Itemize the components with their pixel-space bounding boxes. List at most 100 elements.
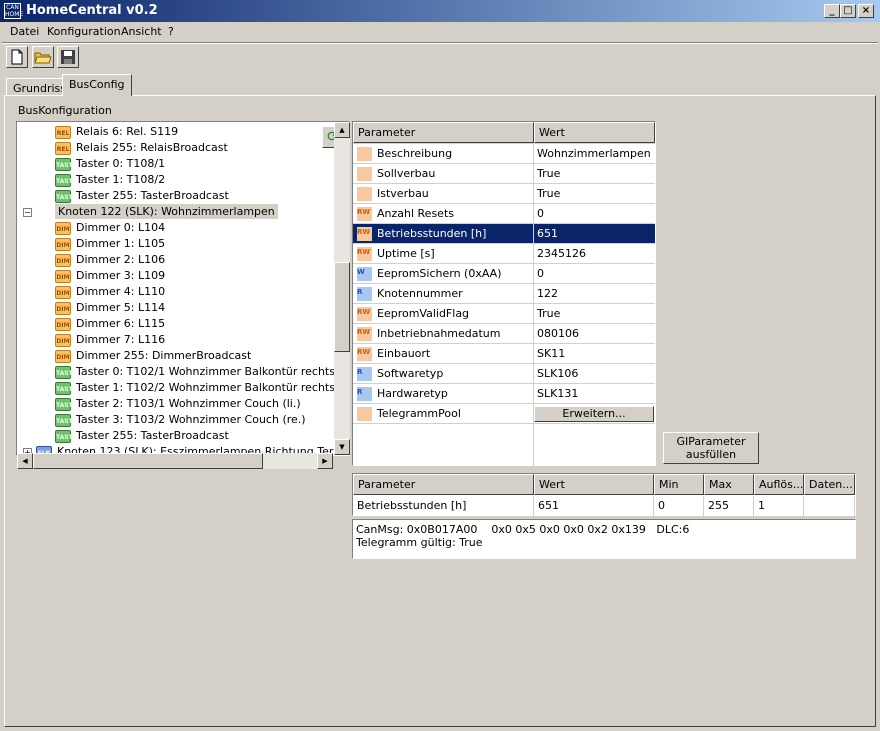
menu-konfiguration[interactable]: Konfiguration xyxy=(47,25,121,38)
tree-item[interactable]: TAST Taster 1: T108/2 xyxy=(17,172,335,188)
detail-cell-max[interactable]: 255 xyxy=(704,496,754,516)
dim-icon: DIM xyxy=(55,237,71,251)
detail-header-max[interactable]: Max xyxy=(704,474,754,495)
parameter-row[interactable]: Sollverbau True xyxy=(353,164,655,184)
tree-item[interactable]: DIM Dimmer 0: L104 xyxy=(17,220,335,236)
tree-item[interactable]: DIM Dimmer 255: DimmerBroadcast xyxy=(17,348,335,364)
tab-busconfig[interactable]: BusConfig xyxy=(62,74,132,96)
parameter-value[interactable]: 2345126 xyxy=(537,244,586,263)
parameter-value[interactable]: SLK106 xyxy=(537,364,578,383)
toolbar-separator xyxy=(2,42,878,44)
tree-item[interactable]: TAST Taster 255: TasterBroadcast xyxy=(17,188,335,204)
detail-cell-aufloesung[interactable]: 1 xyxy=(754,496,804,516)
dim-icon: DIM xyxy=(55,285,71,299)
parameter-row[interactable]: RW EepromValidFlag True xyxy=(353,304,655,324)
detail-header-aufloesung[interactable]: Auflös... xyxy=(754,474,804,495)
parameter-row[interactable]: RW Anzahl Resets 0 xyxy=(353,204,655,224)
tree-item[interactable]: TAST Taster 0: T108/1 xyxy=(17,156,335,172)
parameter-value[interactable]: 080106 xyxy=(537,324,579,343)
parameter-value[interactable]: Wohnzimmerlampen xyxy=(537,144,651,163)
save-button[interactable] xyxy=(57,46,79,68)
parameter-row[interactable]: R Knotennummer 122 xyxy=(353,284,655,304)
tree-item[interactable]: DIM Dimmer 4: L110 xyxy=(17,284,335,300)
parameter-value[interactable]: True xyxy=(537,184,560,203)
tree-item[interactable]: TAST Taster 3: T103/2 Wohnzimmer Couch (r… xyxy=(17,412,335,428)
scroll-thumb[interactable] xyxy=(334,262,350,352)
tree-vertical-scrollbar[interactable]: ▲ ▼ xyxy=(334,122,350,455)
app-logo-icon: CAN HOME xyxy=(4,3,24,19)
maximize-button[interactable]: □ xyxy=(840,4,856,18)
scroll-up-button[interactable]: ▲ xyxy=(334,122,350,138)
bus-tree-view[interactable]: REL Relais 6: Rel. S119 REL Relais 255: Rel… xyxy=(16,121,350,459)
open-button[interactable] xyxy=(32,46,54,68)
parameter-row[interactable]: W EepromSichern (0xAA) 0 xyxy=(353,264,655,284)
tree-item[interactable]: DIM Dimmer 5: L114 xyxy=(17,300,335,316)
detail-header-parameter[interactable]: Parameter xyxy=(353,474,534,495)
tree-item[interactable]: TAST Taster 255: TasterBroadcast xyxy=(17,428,335,444)
column-header-wert[interactable]: Wert xyxy=(534,122,655,143)
tree-horizontal-scrollbar[interactable]: ◀ ▶ xyxy=(17,453,333,469)
parameter-value[interactable]: True xyxy=(537,304,560,323)
column-separator xyxy=(533,144,534,164)
hscroll-thumb[interactable] xyxy=(33,453,263,469)
tree-item[interactable]: REL Relais 255: RelaisBroadcast xyxy=(17,140,335,156)
parameter-value[interactable]: 651 xyxy=(537,224,558,243)
tree-item[interactable]: TAST Taster 0: T102/1 Wohnzimmer Balkontü… xyxy=(17,364,335,380)
tree-item[interactable]: DIM Dimmer 2: L106 xyxy=(17,252,335,268)
parameter-value[interactable]: 0 xyxy=(537,204,544,223)
can-message-output[interactable]: CanMsg: 0x0B017A00 0x0 0x5 0x0 0x0 0x2 0… xyxy=(352,519,856,559)
parameter-row[interactable]: TelegrammPool Erweitern... xyxy=(353,404,655,424)
column-header-parameter[interactable]: Parameter xyxy=(353,122,534,143)
column-separator xyxy=(533,284,534,304)
tree-item[interactable]: REL Relais 6: Rel. S119 xyxy=(17,124,335,140)
erweitern-button[interactable]: Erweitern... xyxy=(534,406,654,422)
detail-cell-datentyp[interactable] xyxy=(804,496,855,516)
title-bar[interactable]: CAN HOME HomeCentral v0.2 _ □ × xyxy=(0,0,880,22)
rel-icon: REL xyxy=(55,141,71,155)
parameter-row[interactable]: R Hardwaretyp SLK131 xyxy=(353,384,655,404)
parameter-value[interactable]: SLK131 xyxy=(537,384,578,403)
detail-cell-min[interactable]: 0 xyxy=(654,496,704,516)
close-button[interactable]: × xyxy=(858,4,874,18)
r-access-icon: R xyxy=(357,287,372,301)
detail-header-min[interactable]: Min xyxy=(654,474,704,495)
scroll-down-button[interactable]: ▼ xyxy=(334,439,350,455)
scroll-left-button[interactable]: ◀ xyxy=(17,453,33,469)
menu-datei[interactable]: Datei xyxy=(10,25,39,38)
tree-item[interactable]: DIM Dimmer 1: L105 xyxy=(17,236,335,252)
parameter-row[interactable]: Istverbau True xyxy=(353,184,655,204)
tree-item[interactable]: TAST Taster 1: T102/2 Wohnzimmer Balkontü… xyxy=(17,380,335,396)
detail-cell-wert[interactable]: 651 xyxy=(534,496,654,516)
tree-item-label: Taster 2: T103/1 Wohnzimmer Couch (li.) xyxy=(76,397,301,410)
menu-ansicht[interactable]: Ansicht xyxy=(121,25,162,38)
tree-item[interactable]: DIM Dimmer 6: L115 xyxy=(17,316,335,332)
parameter-value[interactable]: SK11 xyxy=(537,344,565,363)
collapse-icon[interactable]: − xyxy=(23,207,32,217)
parameter-row[interactable]: R Softwaretyp SLK106 xyxy=(353,364,655,384)
parameter-access-icon xyxy=(357,147,372,161)
detail-cell-parameter[interactable]: Betriebsstunden [h] xyxy=(353,496,534,516)
column-separator xyxy=(533,384,534,404)
tree-item-label: Knoten 122 (SLK): Wohnzimmerlampen xyxy=(55,204,278,219)
detail-header-wert[interactable]: Wert xyxy=(534,474,654,495)
parameter-value[interactable]: True xyxy=(537,164,560,183)
scroll-right-button[interactable]: ▶ xyxy=(317,453,333,469)
menu-help[interactable]: ? xyxy=(168,25,174,38)
parameter-row[interactable]: RW Inbetriebnahmedatum 080106 xyxy=(353,324,655,344)
parameter-value[interactable]: 0 xyxy=(537,264,544,283)
parameter-row[interactable]: RW Betriebsstunden [h] 651 xyxy=(353,224,655,244)
new-file-button[interactable] xyxy=(6,46,28,68)
detail-grid[interactable]: Parameter Wert Min Max Auflös... Daten..… xyxy=(352,473,856,516)
tree-item[interactable]: TAST Taster 2: T103/1 Wohnzimmer Couch (l… xyxy=(17,396,335,412)
tree-item[interactable]: DIM Dimmer 3: L109 xyxy=(17,268,335,284)
giparameter-ausfuellen-button[interactable]: GIParameter ausfüllen xyxy=(663,432,759,464)
detail-header-datentyp[interactable]: Daten... xyxy=(804,474,855,495)
parameter-row[interactable]: RW Uptime [s] 2345126 xyxy=(353,244,655,264)
parameter-row[interactable]: RW Einbauort SK11 xyxy=(353,344,655,364)
parameter-row[interactable]: Beschreibung Wohnzimmerlampen xyxy=(353,144,655,164)
tree-item[interactable]: − Knoten 122 (SLK): Wohnzimmerlampen xyxy=(17,204,335,220)
parameter-grid[interactable]: Parameter Wert Beschreibung Wohnzimmerlam… xyxy=(352,121,656,466)
parameter-value[interactable]: 122 xyxy=(537,284,558,303)
tree-item[interactable]: DIM Dimmer 7: L116 xyxy=(17,332,335,348)
minimize-button[interactable]: _ xyxy=(824,4,840,18)
